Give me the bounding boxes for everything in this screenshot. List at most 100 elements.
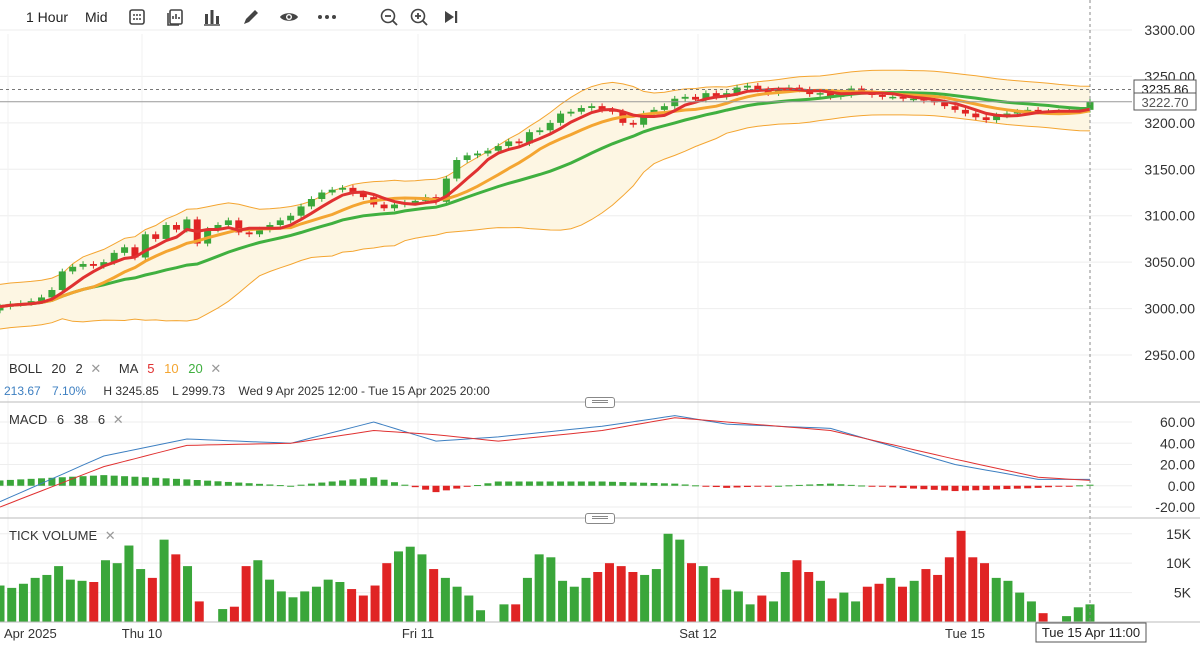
macd-histogram	[0, 475, 1094, 493]
candle-body	[889, 96, 897, 99]
macd-histogram-bar	[359, 478, 367, 486]
candle-body	[972, 113, 980, 118]
macd-histogram-bar	[89, 475, 97, 486]
macd-histogram-bar	[764, 485, 772, 487]
candle-body	[743, 85, 751, 88]
volume-bar	[1026, 601, 1036, 622]
candle-body	[224, 220, 232, 225]
volume-bar	[382, 563, 392, 622]
price-tick-label: 3150.00	[1144, 161, 1195, 177]
macd-histogram-bar	[671, 483, 679, 486]
macd-histogram-bar	[961, 485, 969, 491]
volume-bar	[0, 585, 5, 622]
macd-histogram-bar	[0, 480, 4, 486]
macd-histogram-bar	[484, 483, 492, 486]
band-width: 213.67	[4, 384, 41, 398]
macd-histogram-bar	[868, 485, 876, 487]
panel-resize-handle[interactable]	[585, 513, 615, 524]
candle-body	[671, 98, 679, 107]
remove-boll-icon[interactable]: ✕	[90, 361, 101, 376]
volume-bar	[452, 586, 462, 622]
volume-bar	[722, 589, 732, 622]
macd-histogram-bar	[515, 481, 523, 486]
candle-body	[453, 160, 461, 179]
macd-histogram-bar	[1076, 485, 1084, 487]
macd-histogram-bar	[1065, 485, 1073, 487]
volume-bar	[77, 580, 87, 622]
volume-bar	[476, 610, 486, 622]
remove-ma-icon[interactable]: ✕	[210, 361, 221, 376]
volume-bar	[546, 557, 556, 622]
panel-resize-handle[interactable]	[585, 397, 615, 408]
candle-body	[536, 130, 544, 133]
macd-histogram-bar	[307, 483, 315, 486]
volume-bar	[265, 579, 275, 622]
volume-bar	[253, 560, 263, 622]
macd-histogram-bar	[951, 485, 959, 492]
macd-histogram-bar	[619, 482, 627, 486]
candle-body	[951, 106, 959, 110]
candle-body	[878, 95, 886, 97]
macd-histogram-bar	[629, 482, 637, 486]
volume-bar	[991, 577, 1001, 622]
volume-bar	[370, 585, 380, 622]
macd-histogram-bar	[474, 485, 482, 487]
volume-bar	[136, 569, 146, 622]
macd-histogram-bar	[681, 484, 689, 486]
ma20-period: 20	[188, 361, 203, 376]
volume-tick-label: 10K	[1166, 555, 1192, 571]
candle-body	[380, 204, 388, 209]
macd-histogram-bar	[567, 481, 575, 486]
macd-histogram-bar	[712, 485, 720, 488]
volume-bar	[851, 601, 861, 622]
macd-histogram-bar	[1034, 485, 1042, 488]
volume-bar	[124, 545, 134, 622]
macd-histogram-bar	[193, 480, 201, 486]
candle-body	[474, 153, 482, 156]
volume-bar	[745, 604, 755, 622]
volume-bar	[663, 533, 673, 622]
macd-histogram-bar	[339, 480, 347, 486]
volume-tick-label: 5K	[1174, 585, 1192, 601]
candle-body	[69, 266, 77, 272]
macd-histogram-bar	[152, 477, 160, 486]
volume-bar	[628, 572, 638, 622]
price-tick-label: 3300.00	[1144, 22, 1195, 38]
macd-histogram-bar	[266, 484, 274, 486]
candle-body	[297, 206, 305, 216]
macd-histogram-bar	[785, 485, 793, 487]
volume-bar	[827, 598, 837, 622]
remove-macd-icon[interactable]: ✕	[113, 412, 124, 427]
volume-bar	[18, 583, 28, 622]
candle-body	[318, 192, 326, 199]
candle-body	[152, 234, 160, 239]
volume-bar	[1038, 613, 1048, 622]
macd-histogram-bar	[930, 485, 938, 490]
macd-histogram-bar	[733, 485, 741, 488]
candle-body	[162, 225, 170, 239]
ohlc-info: 213.67 7.10% H 3245.85 L 2999.73 Wed 9 A…	[4, 384, 490, 398]
chart-canvas[interactable]: 3300.003250.003200.003150.003100.003050.…	[0, 0, 1200, 645]
macd-histogram-bar	[245, 483, 253, 486]
macd-histogram-bar	[1055, 485, 1063, 487]
volume-name: TICK VOLUME	[9, 528, 98, 543]
macd-lines	[0, 415, 1091, 508]
macd-histogram-bar	[1013, 485, 1021, 489]
macd-histogram-bar	[546, 481, 554, 486]
macd-histogram-bar	[910, 485, 918, 489]
signal-line	[0, 417, 1091, 508]
macd-histogram-bar	[390, 482, 398, 486]
range-low: L 2999.73	[172, 384, 226, 398]
candle-body	[307, 199, 315, 207]
remove-volume-icon[interactable]: ✕	[105, 528, 116, 543]
macd-histogram-bar	[235, 482, 243, 486]
price-tick-label: 3100.00	[1144, 208, 1195, 224]
candle-body	[58, 271, 66, 290]
candle-body	[982, 117, 990, 121]
candle-body	[961, 109, 969, 114]
price-tick-label: 3000.00	[1144, 301, 1195, 317]
band-percent: 7.10%	[52, 384, 87, 398]
boll-band-area	[0, 70, 1090, 330]
ma-name: MA	[118, 361, 138, 376]
volume-bar	[944, 557, 954, 622]
